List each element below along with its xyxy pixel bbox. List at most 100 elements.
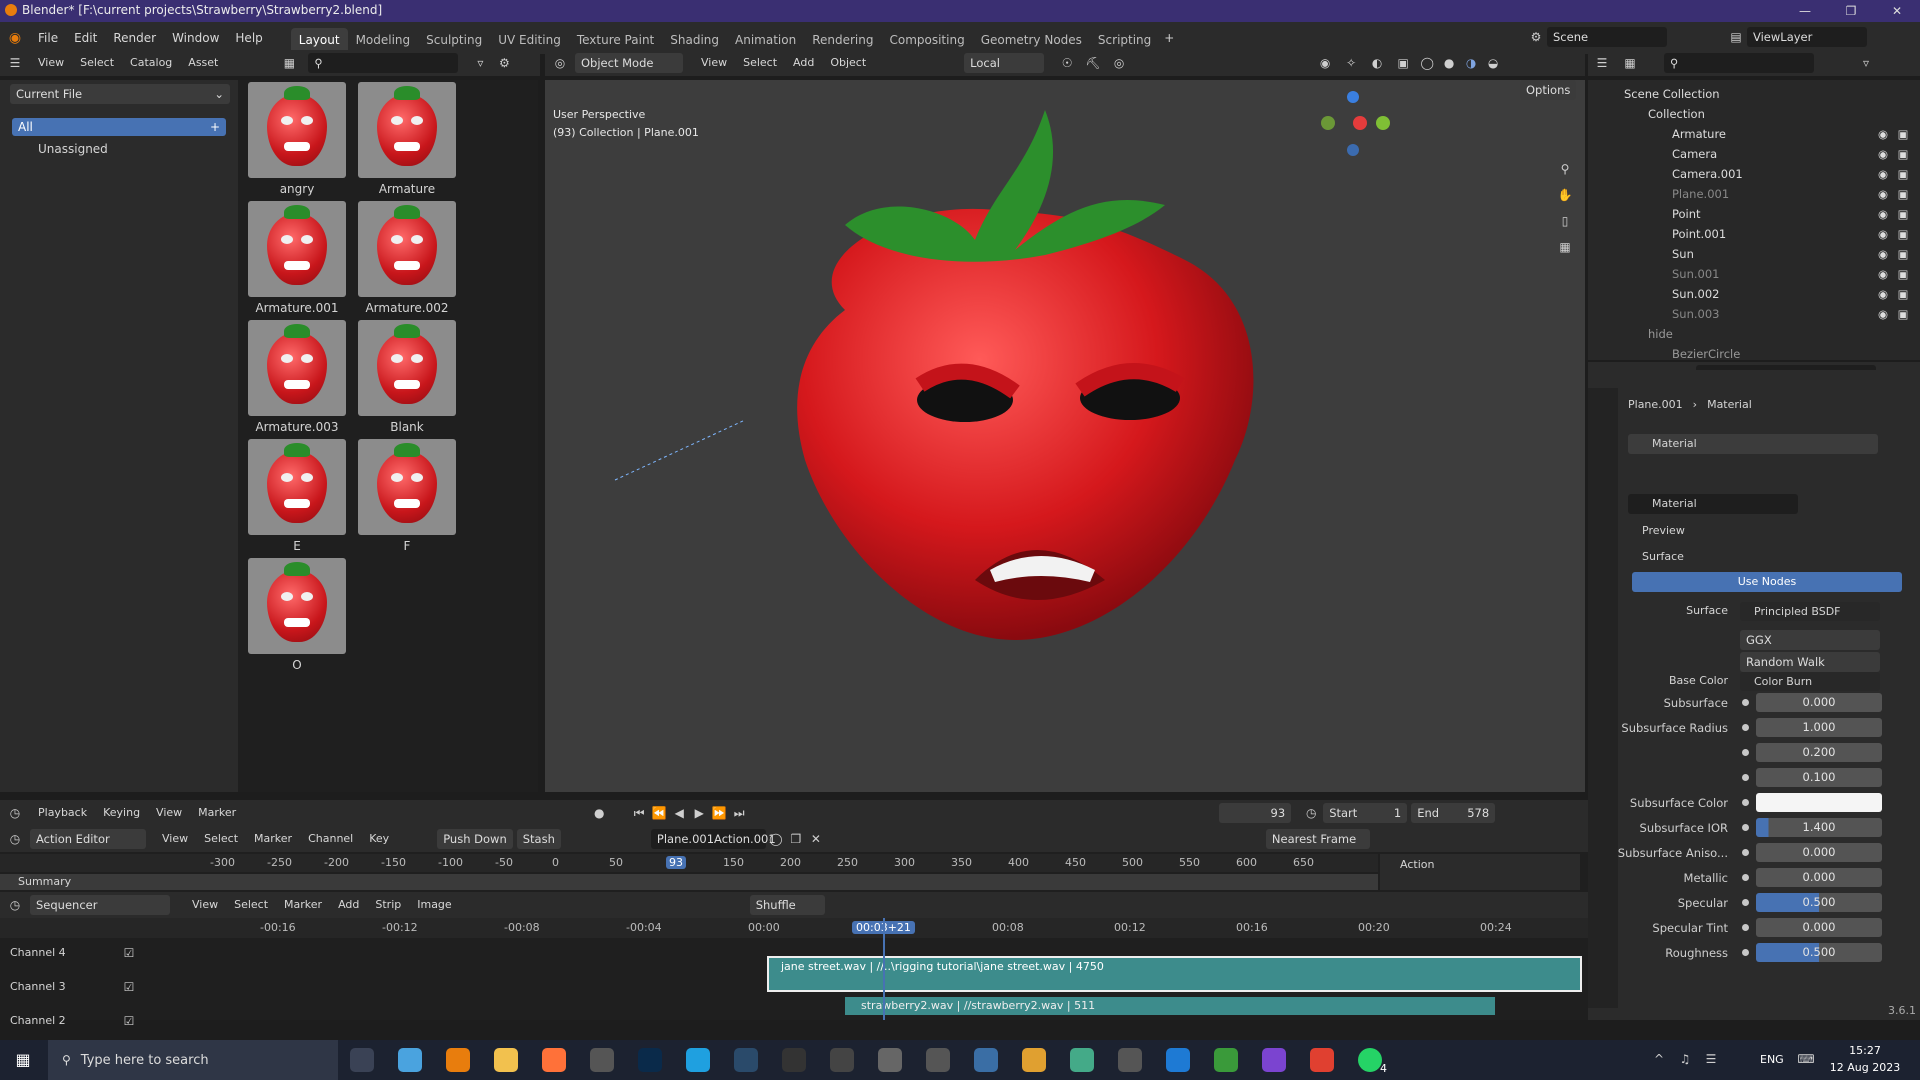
maximize-icon[interactable]: ❐ [1828,0,1874,22]
gizmo-icon[interactable]: ✧ [1338,56,1364,70]
socket-dot[interactable] [1742,724,1749,731]
tab-modeling[interactable]: Modeling [348,28,419,52]
settings-icon[interactable]: ⚙ [492,56,516,70]
outliner-item-beziercircle[interactable]: BezierCircle [1672,344,1740,364]
socket-dot[interactable] [1742,874,1749,881]
socket-dot[interactable] [1742,699,1749,706]
language-indicator[interactable]: ENG [1760,1053,1784,1066]
socket-dot[interactable] [1742,799,1749,806]
outliner-item-armature[interactable]: Armature [1672,124,1726,144]
prev-keyframe-icon[interactable]: ⏪ [649,806,669,820]
scene-name[interactable]: Scene [1547,27,1667,47]
action-menu-select[interactable]: Select [196,826,246,852]
app-icon[interactable] [1310,1048,1334,1072]
action-selector[interactable]: Plane.001Action.001 [650,829,776,849]
sequencer-menu-select[interactable]: Select [226,892,276,918]
asset-thumbnail[interactable] [248,320,346,416]
end-frame-field[interactable]: End 578 [1411,803,1496,823]
preview-panel-header[interactable]: Preview [1628,520,1908,542]
property-value-field[interactable]: 0.000 [1756,868,1882,887]
tab-compositing[interactable]: Compositing [881,28,972,52]
outliner-item-sun-003[interactable]: Sun.003 [1672,304,1719,324]
overlay-icon[interactable]: ◐ [1364,56,1390,70]
property-value-field[interactable]: 1.400 [1756,818,1882,837]
stash-button[interactable]: Stash [516,829,561,849]
volume-icon[interactable]: ♫ [1676,1052,1694,1066]
outliner-collection[interactable]: Collection [1648,104,1705,124]
property-value-field[interactable]: 0.500 [1756,943,1882,962]
asset-thumbnail[interactable] [248,82,346,178]
audio-strip-strawberry2[interactable]: strawberry2.wav | //strawberry2.wav | 51… [845,997,1495,1015]
summary-channel[interactable]: Summary [0,874,1378,890]
display-mode-icon[interactable]: ▦ [1616,56,1644,70]
eye-icon[interactable]: ◉ [1874,304,1892,324]
asset-thumbnail[interactable] [358,320,456,416]
viewport-menu-object[interactable]: Object [822,50,874,76]
tab-layout[interactable]: Layout [290,28,348,52]
clock-date[interactable]: 12 Aug 2023 [1826,1061,1904,1074]
sequencer-menu-strip[interactable]: Strip [367,892,409,918]
tray-chevron-icon[interactable]: ^ [1650,1052,1668,1066]
catalog-item-all[interactable]: All + [12,118,226,136]
unlink-icon[interactable]: ✕ [806,832,826,846]
property-value-field[interactable]: 0.200 [1756,743,1882,762]
tab-scripting[interactable]: Scripting [1090,28,1159,52]
tab-animation[interactable]: Animation [727,28,804,52]
snap-icon[interactable]: ⛏ [1080,56,1106,70]
socket-dot[interactable] [1742,949,1749,956]
camera-render-icon[interactable]: ▣ [1894,204,1912,224]
outliner-item-camera-001[interactable]: Camera.001 [1672,164,1743,184]
asset-menu-catalog[interactable]: Catalog [122,50,180,76]
material-slot[interactable]: Material [1628,434,1878,454]
camera-render-icon[interactable]: ▣ [1894,264,1912,284]
gizmo-neg-y-axis[interactable] [1321,116,1335,130]
rendered-shading-icon[interactable]: ◒ [1482,56,1504,70]
firefox-icon[interactable] [542,1048,566,1072]
outliner-item-plane-001[interactable]: Plane.001 [1672,184,1729,204]
action-menu-view[interactable]: View [154,826,196,852]
outliner-item-sun[interactable]: Sun [1672,244,1694,264]
sequencer-menu-image[interactable]: Image [409,892,459,918]
editor-type-icon[interactable]: ◷ [0,832,30,846]
use-nodes-button[interactable]: Use Nodes [1632,572,1902,592]
sequencer-menu-marker[interactable]: Marker [276,892,330,918]
viewport-menu-select[interactable]: Select [735,50,785,76]
gizmo-x-axis[interactable] [1353,116,1367,130]
socket-dot[interactable] [1742,749,1749,756]
action-menu-marker[interactable]: Marker [246,826,300,852]
eye-icon[interactable]: ◉ [1874,144,1892,164]
visibility-icon[interactable]: ◉ [1312,56,1338,70]
editor-type-icon[interactable]: ☰ [0,56,30,70]
audio-strip-jane-street[interactable]: jane street.wav | //..\rigging tutorial\… [767,956,1582,992]
vscode-icon[interactable] [1166,1048,1190,1072]
asset-menu-select[interactable]: Select [72,50,122,76]
eye-icon[interactable]: ◉ [1874,204,1892,224]
edge-icon[interactable] [686,1048,710,1072]
tab-geometry-nodes[interactable]: Geometry Nodes [973,28,1090,52]
app-icon[interactable] [1070,1048,1094,1072]
camera-icon[interactable] [590,1048,614,1072]
eye-icon[interactable]: ◉ [1874,224,1892,244]
property-value-field[interactable]: 0.000 [1756,693,1882,712]
snap-mode-dropdown[interactable]: Nearest Frame [1265,829,1370,849]
gamepad-icon[interactable] [1118,1048,1142,1072]
app-icon[interactable] [926,1048,950,1072]
scene-selector[interactable]: ⚙ Scene [1525,27,1667,47]
blender-menu-icon[interactable]: ◉ [0,30,30,46]
camera-view-icon[interactable]: ▯ [1553,214,1577,228]
action-menu-key[interactable]: Key [361,826,397,852]
app-icon[interactable] [878,1048,902,1072]
editor-type-icon[interactable]: ◷ [0,898,30,912]
eye-icon[interactable]: ◉ [1874,284,1892,304]
material-shading-icon[interactable]: ◑ [1460,56,1482,70]
gizmo-neg-z-axis[interactable] [1347,144,1359,156]
proportional-edit-icon[interactable]: ◎ [1106,56,1132,70]
property-value-field[interactable]: 0.000 [1756,843,1882,862]
action-editor-mode-dropdown[interactable]: Action Editor [30,829,146,849]
outliner-scene-collection[interactable]: Scene Collection [1624,84,1720,104]
playback-menu-view[interactable]: View [148,800,190,826]
camera-render-icon[interactable]: ▣ [1894,224,1912,244]
asset-menu-view[interactable]: View [30,50,72,76]
eye-icon[interactable]: ◉ [1874,164,1892,184]
sequencer-ruler[interactable]: -00:16-00:12-00:08-00:0400:0000:03+2100:… [0,918,1588,938]
